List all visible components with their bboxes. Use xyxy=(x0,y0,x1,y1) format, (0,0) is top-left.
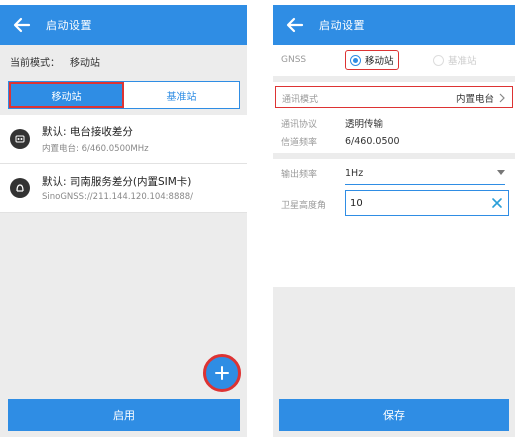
protocol-label: 通讯协议 xyxy=(281,119,318,130)
current-mode-row: 当前模式： 移动站 xyxy=(0,45,247,78)
enable-button[interactable]: 启用 xyxy=(8,399,240,431)
divider xyxy=(273,76,515,82)
list-item-title: 默认: 电台接收差分 xyxy=(42,126,133,138)
channel-label: 信道频率 xyxy=(281,137,318,148)
clear-icon[interactable] xyxy=(491,197,503,209)
chevron-right-icon xyxy=(499,93,505,103)
back-arrow-icon[interactable] xyxy=(12,15,32,35)
current-mode-value: 移动站 xyxy=(70,58,100,69)
gnss-option-base-label: 基准站 xyxy=(448,56,477,67)
app-bar: 启动设置 xyxy=(273,5,515,45)
tab-rover[interactable]: 移动站 xyxy=(9,82,124,108)
save-button[interactable]: 保存 xyxy=(279,399,509,431)
radio-icon xyxy=(10,129,30,149)
list-item[interactable]: 默认: 电台接收差分 内置电台: 6/460.0500MHz xyxy=(0,115,247,164)
output-freq-row[interactable]: 输出频率 1Hz xyxy=(273,163,515,183)
sim-network-icon xyxy=(10,178,30,198)
back-arrow-icon[interactable] xyxy=(285,15,305,35)
add-button[interactable] xyxy=(203,354,241,392)
comm-mode-row[interactable]: 通讯模式 内置电台 xyxy=(275,86,513,108)
protocol-value: 透明传输 xyxy=(345,119,384,130)
page-title: 启动设置 xyxy=(46,19,92,32)
gnss-label: GNSS xyxy=(281,55,307,65)
settings-form: GNSS 移动站 基准站 通讯模式 内置电台 通讯协议 透明传输 信道频率 6/… xyxy=(273,45,515,287)
page-title: 启动设置 xyxy=(319,19,365,32)
plus-icon xyxy=(215,366,229,380)
gnss-option-rover-label: 移动站 xyxy=(365,56,394,67)
current-mode-label: 当前模式： xyxy=(10,58,60,69)
gnss-option-base[interactable]: 基准站 xyxy=(433,50,477,70)
dropdown-arrow-icon[interactable] xyxy=(497,170,505,176)
divider xyxy=(273,153,515,159)
output-freq-select[interactable]: 1Hz xyxy=(345,168,363,179)
app-bar: 启动设置 xyxy=(0,5,247,45)
list-item-title: 默认: 司南服务差分(内置SIM卡) xyxy=(42,176,192,188)
channel-value: 6/460.0500 xyxy=(345,135,400,147)
elevation-label: 卫星高度角 xyxy=(281,200,327,211)
radio-selected-icon xyxy=(350,54,361,66)
profile-list: 默认: 电台接收差分 内置电台: 6/460.0500MHz 默认: 司南服务差… xyxy=(0,115,247,213)
select-underline xyxy=(345,184,505,185)
elevation-input[interactable]: 10 xyxy=(345,190,509,216)
elevation-input-value: 10 xyxy=(350,197,363,209)
startup-settings-screen-left: 启动设置 当前模式： 移动站 移动站 基准站 默认: 电台接收差分 内置电台: … xyxy=(0,5,247,437)
output-freq-label: 输出频率 xyxy=(281,169,318,180)
startup-settings-screen-right: 启动设置 GNSS 移动站 基准站 通讯模式 内置电台 通讯协议 透明传输 信道… xyxy=(273,5,515,437)
station-type-tabs: 移动站 基准站 xyxy=(8,81,240,109)
protocol-row: 通讯协议 透明传输 xyxy=(273,115,515,131)
list-item-subtitle: SinoGNSS://211.144.120.104:8888/ xyxy=(42,192,194,202)
channel-row: 信道频率 6/460.0500 xyxy=(273,133,515,149)
tab-base[interactable]: 基准站 xyxy=(124,82,239,108)
list-item-subtitle: 内置电台: 6/460.0500MHz xyxy=(42,144,149,154)
comm-mode-value: 内置电台 xyxy=(455,94,494,105)
list-item[interactable]: 默认: 司南服务差分(内置SIM卡) SinoGNSS://211.144.12… xyxy=(0,164,247,213)
radio-unselected-icon xyxy=(433,54,444,66)
comm-mode-label: 通讯模式 xyxy=(282,95,319,105)
gnss-option-rover[interactable]: 移动站 xyxy=(345,50,399,70)
